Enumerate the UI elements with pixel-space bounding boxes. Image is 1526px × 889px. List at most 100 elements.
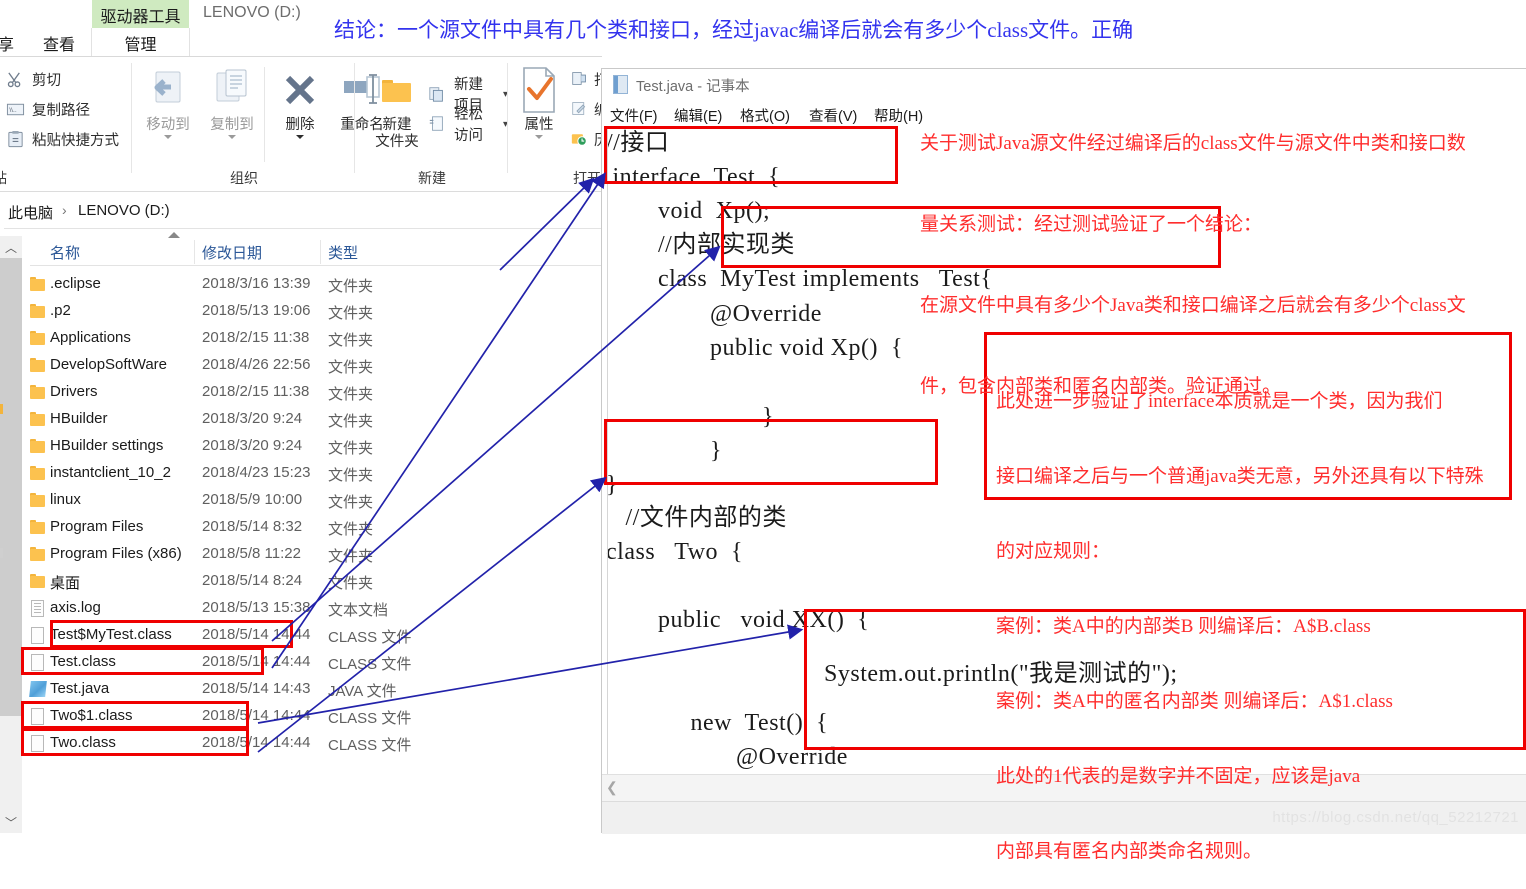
ribbon-edit-command[interactable]: 编	[571, 99, 602, 120]
menu-view[interactable]: 查看(V)	[809, 105, 857, 126]
ribbon-copy-to-button[interactable]: 复制到	[201, 62, 263, 139]
table-row[interactable]: linux 2018/5/9 10:00 文件夹	[30, 488, 602, 515]
file-type: CLASS 文件	[328, 629, 412, 646]
file-name: Applications	[50, 329, 131, 346]
doc-icon	[31, 600, 44, 617]
ribbon-new-folder-button[interactable]: 新建 文件夹	[366, 62, 428, 151]
new-folder-icon	[366, 62, 428, 117]
folder-icon	[30, 546, 46, 564]
folder-icon	[30, 492, 46, 510]
scissors-icon	[6, 70, 25, 89]
file-type: 文本文档	[328, 602, 389, 619]
breadcrumb-this-pc[interactable]: 此电脑	[8, 202, 53, 223]
tab-view[interactable]: 查看	[30, 28, 88, 57]
tab-separator-right	[189, 28, 190, 57]
table-row[interactable]: 桌面 2018/5/14 8:24 文件夹	[30, 569, 602, 596]
menu-help[interactable]: 帮助(H)	[874, 105, 923, 126]
scroll-down-icon[interactable]: ﹀	[0, 811, 22, 833]
chevron-down-icon[interactable]	[228, 135, 236, 139]
tab-manage[interactable]: 管理	[92, 28, 189, 57]
file-icon	[31, 627, 44, 644]
file-type: 文件夹	[328, 332, 374, 349]
file-date: 2018/5/14 8:32	[202, 518, 303, 535]
file-type: CLASS 文件	[328, 737, 412, 754]
code-line-override-1: @Override	[606, 301, 822, 327]
chevron-down-icon[interactable]	[164, 135, 172, 139]
file-type: 文件夹	[328, 440, 374, 457]
table-row[interactable]: Two.class 2018/5/14 14:44 CLASS 文件	[30, 731, 602, 758]
new-item-icon	[428, 85, 447, 104]
scrollbar-thumb[interactable]	[0, 258, 22, 716]
table-row[interactable]: Test.class 2018/5/14 14:44 CLASS 文件	[30, 650, 602, 677]
code-line-public-xp-1: public void Xp() {	[606, 335, 903, 361]
column-divider-1[interactable]	[194, 240, 195, 264]
ribbon-easy-access-menu[interactable]: 轻松访问 ▾	[428, 103, 508, 145]
file-type: 文件夹	[328, 305, 374, 322]
column-divider-2[interactable]	[320, 240, 321, 264]
column-header-name[interactable]: 名称	[50, 242, 80, 263]
ribbon-group-open: 属性	[509, 57, 569, 192]
table-row[interactable]: Two$1.class 2018/5/14 14:44 CLASS 文件	[30, 704, 602, 731]
ribbon-paste-shortcut-label: 粘贴快捷方式	[32, 133, 119, 149]
ribbon-move-to-button[interactable]: 移动到	[137, 62, 199, 139]
table-row[interactable]: Applications 2018/2/15 11:38 文件夹	[30, 326, 602, 353]
chevron-down-icon[interactable]	[296, 135, 304, 139]
table-row[interactable]: Program Files (x86) 2018/5/8 11:22 文件夹	[30, 542, 602, 569]
ribbon-paste-shortcut-command[interactable]: 粘贴快捷方式	[6, 129, 119, 150]
table-row[interactable]: Drivers 2018/2/15 11:38 文件夹	[30, 380, 602, 407]
ribbon-group-separator-3	[507, 63, 508, 173]
notepad-app-icon	[613, 75, 628, 94]
ribbon-group-open-label: 打开	[573, 170, 601, 186]
ribbon-properties-button[interactable]: 属性	[509, 62, 569, 139]
ribbon-open-command[interactable]: 打	[571, 69, 602, 90]
chevron-down-icon[interactable]	[535, 135, 543, 139]
copy-path-icon: \\..	[6, 100, 25, 119]
menu-file[interactable]: 文件(F)	[610, 105, 658, 126]
folder-icon	[30, 438, 46, 456]
menu-format[interactable]: 格式(O)	[740, 105, 790, 126]
menu-edit[interactable]: 编辑(E)	[674, 105, 722, 126]
file-type: 文件夹	[328, 575, 374, 592]
code-line-void-xp: void Xp();	[606, 198, 771, 224]
ribbon-group-open-small: 打 编 历 打开	[569, 57, 602, 192]
table-row[interactable]: axis.log 2018/5/13 15:38 文本文档	[30, 596, 602, 623]
contextual-tab-drive-tools[interactable]: 驱动器工具	[92, 0, 189, 30]
breadcrumb-drive[interactable]: LENOVO (D:)	[78, 202, 170, 219]
table-row[interactable]: Test$MyTest.class 2018/5/14 14:44 CLASS 文件	[30, 623, 602, 650]
file-date: 2018/5/13 19:06	[202, 302, 311, 319]
vertical-scrollbar[interactable]: ︿ ﹀	[0, 236, 22, 833]
ribbon-delete-button[interactable]: 删除	[269, 62, 331, 139]
table-row[interactable]: .p2 2018/5/13 19:06 文件夹	[30, 299, 602, 326]
table-row[interactable]: Test.java 2018/5/14 14:43 JAVA 文件	[29, 677, 602, 704]
table-row[interactable]: .eclipse 2018/3/16 13:39 文件夹	[30, 272, 602, 299]
column-header-type[interactable]: 类型	[328, 242, 358, 263]
table-row[interactable]: HBuilder settings 2018/3/20 9:24 文件夹	[30, 434, 602, 461]
table-row[interactable]: instantclient_10_2 2018/4/23 15:23 文件夹	[30, 461, 602, 488]
file-explorer-window: 驱动器工具 享 查看 管理 LENOVO (D:) 剪切 \\.. 复制路径 粘…	[0, 0, 602, 833]
table-row[interactable]: HBuilder 2018/3/20 9:24 文件夹	[30, 407, 602, 434]
file-date: 2018/5/14 14:44	[202, 626, 311, 643]
easy-access-icon	[428, 115, 447, 134]
annotation-mid-red-line-3: 的对应规则：	[996, 541, 1111, 562]
scroll-up-icon[interactable]: ︿	[0, 236, 22, 258]
table-row[interactable]: DevelopSoftWare 2018/4/26 22:56 文件夹	[30, 353, 602, 380]
ribbon-cut-command[interactable]: 剪切	[6, 69, 61, 90]
annotation-mid-red-line-4: 案例：类A中的内部类B 则编译后：A$B.class	[996, 616, 1371, 637]
file-name: Two$1.class	[50, 707, 133, 724]
table-row[interactable]: Program Files 2018/5/14 8:32 文件夹	[30, 515, 602, 542]
tab-share[interactable]: 享	[0, 28, 22, 57]
column-header-date[interactable]: 修改日期	[202, 242, 262, 263]
desktop-icon	[30, 573, 46, 591]
ribbon-copy-path-command[interactable]: \\.. 复制路径	[6, 99, 90, 120]
file-name: HBuilder	[50, 410, 108, 427]
tab-view-label: 查看	[42, 36, 75, 54]
ribbon-group-new-label: 新建	[418, 170, 446, 186]
file-type: 文件夹	[328, 521, 374, 538]
file-name: Test$MyTest.class	[50, 626, 172, 643]
ribbon-history-command[interactable]: 历	[571, 129, 602, 150]
file-date: 2018/5/13 15:38	[202, 599, 311, 616]
scroll-left-icon[interactable]: ❮	[606, 779, 618, 796]
open-file-icon	[571, 70, 590, 89]
folder-icon	[30, 465, 46, 483]
address-bar[interactable]: 此电脑 › LENOVO (D:)	[0, 193, 602, 229]
